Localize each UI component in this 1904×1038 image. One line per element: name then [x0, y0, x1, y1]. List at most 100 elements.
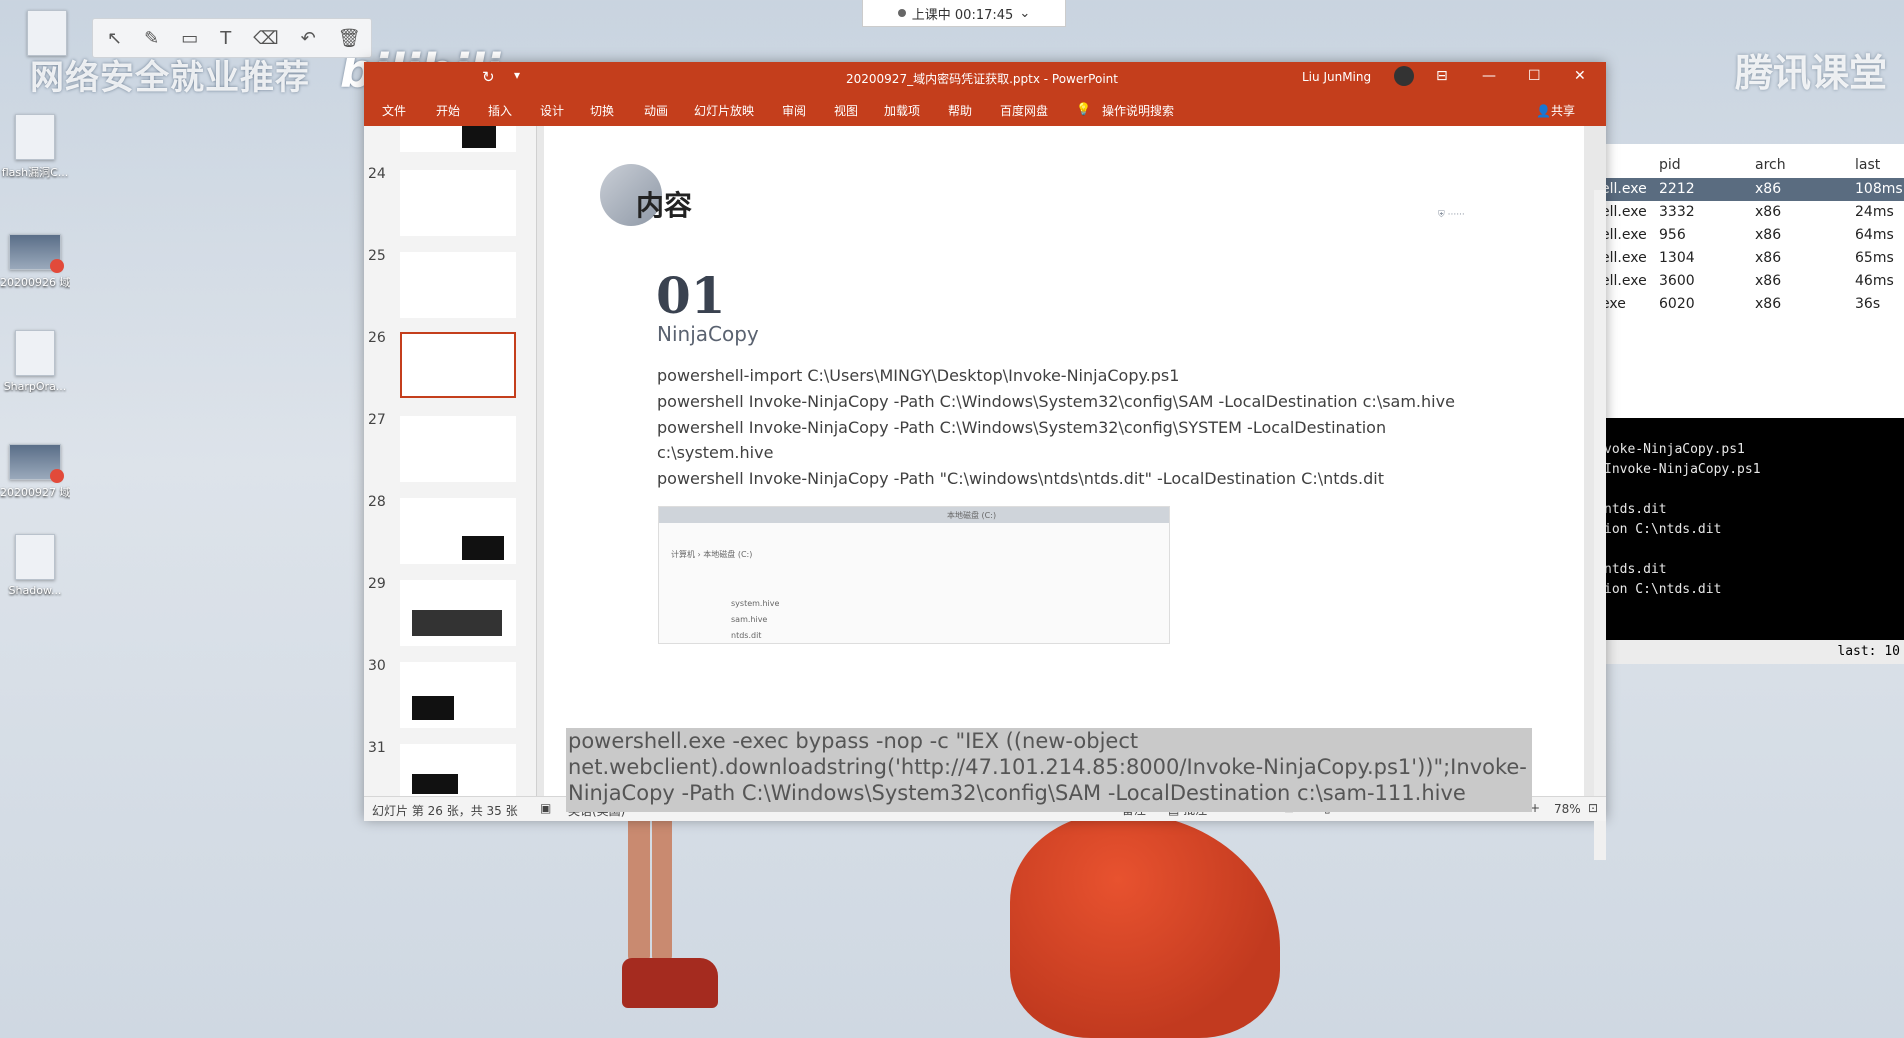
command-line[interactable]: powershell Invoke-NinjaCopy -Path C:\Win… [657, 392, 1455, 411]
slide-thumbnail[interactable] [400, 416, 516, 482]
tab-animations[interactable]: 动画 [644, 102, 668, 119]
lightbulb-icon: 💡 [1076, 102, 1091, 116]
last-cell: 64ms [1855, 227, 1894, 243]
pid-cell: 3600 [1659, 273, 1695, 289]
file-icon [27, 10, 67, 56]
last-cell: 24ms [1855, 204, 1894, 220]
desktop-icon-label: Shadow... [8, 584, 62, 597]
live-status-bar[interactable]: 上课中 00:17:45 ⌄ [862, 0, 1066, 27]
zoom-level[interactable]: 78% [1554, 802, 1581, 816]
maximize-icon[interactable]: ☐ [1528, 68, 1541, 84]
pid-cell: 3332 [1659, 204, 1695, 220]
person-icon: 👤 [1536, 104, 1551, 118]
cursor-icon[interactable]: ↖ [107, 28, 122, 49]
table-row[interactable]: ell.exe 3600 x86 46ms [1599, 270, 1904, 293]
slide-thumbnail[interactable] [400, 170, 516, 236]
ribbon-display-icon[interactable]: ⊟ [1436, 68, 1448, 84]
pid-cell: 1304 [1659, 250, 1695, 266]
command-line[interactable]: powershell Invoke-NinjaCopy -Path C:\Win… [657, 418, 1386, 437]
tab-file[interactable]: 文件 [382, 102, 406, 119]
eraser-icon[interactable]: ⌫ [253, 28, 278, 49]
table-row[interactable]: ell.exe 3332 x86 24ms [1599, 201, 1904, 224]
console-status-bar: last: 10 [1598, 640, 1904, 664]
desktop-icon-flash[interactable]: flash漏洞C... [0, 114, 70, 180]
user-name[interactable]: Liu JunMing [1302, 70, 1371, 84]
editor-area: 24 25 26 27 28 29 30 31 内容 ⛨ ······ 01 N… [364, 126, 1606, 860]
desktop-icon-sharp[interactable]: SharpOra... [0, 330, 70, 393]
spellcheck-icon[interactable]: ▣ [540, 801, 551, 815]
console-line: ion C:\ntds.dit [1604, 522, 1722, 537]
desktop-icon-file[interactable] [12, 10, 82, 60]
share-button[interactable]: 👤共享 [1536, 102, 1575, 119]
command-line[interactable]: powershell Invoke-NinjaCopy -Path "C:\wi… [657, 469, 1384, 488]
delete-icon[interactable]: 🗑 [338, 28, 361, 49]
slide-number: 28 [368, 494, 386, 510]
slide-thumbnails[interactable]: 24 25 26 27 28 29 30 31 [364, 126, 537, 796]
beacon-console[interactable]: voke-NinjaCopy.ps1 Invoke-NinjaCopy.ps1 … [1598, 418, 1904, 640]
fit-to-window-icon[interactable]: ⊡ [1588, 801, 1598, 815]
text-icon[interactable]: T [220, 28, 231, 49]
slide-heading[interactable]: 内容 [636, 184, 692, 224]
slide-number: 30 [368, 658, 386, 674]
powerpoint-window: ↻ ▾ 20200927_域内密码凭证获取.pptx - PowerPoint … [364, 62, 1606, 860]
tab-help[interactable]: 帮助 [948, 102, 972, 119]
slide-thumbnail[interactable] [400, 744, 516, 796]
column-header[interactable]: pid [1659, 157, 1681, 173]
table-row[interactable]: ell.exe 2212 x86 108ms [1599, 178, 1904, 201]
column-header[interactable]: last [1855, 157, 1880, 173]
vertical-scrollbar[interactable] [1594, 190, 1606, 860]
section-number[interactable]: 01 [656, 266, 726, 325]
console-line: ion C:\ntds.dit [1604, 582, 1722, 597]
last-cell: 108ms [1855, 181, 1903, 197]
avatar[interactable] [1394, 66, 1414, 86]
process-name: ell.exe [1601, 227, 1647, 243]
tab-review[interactable]: 审阅 [782, 102, 806, 119]
tell-me-search[interactable]: 操作说明搜索 [1102, 102, 1174, 119]
slide-thumbnail-selected[interactable] [400, 332, 516, 398]
console-line: ntds.dit [1604, 502, 1667, 517]
slide-thumbnail[interactable] [400, 252, 516, 318]
title-bar: ↻ ▾ 20200927_域内密码凭证获取.pptx - PowerPoint … [364, 62, 1606, 92]
tab-insert[interactable]: 插入 [488, 102, 512, 119]
desktop-icon-video-0927[interactable]: 20200927 域内密码... [0, 444, 70, 500]
slide-counter: 幻灯片 第 26 张，共 35 张 [372, 804, 518, 818]
tab-addins[interactable]: 加载项 [884, 102, 920, 119]
slide-thumbnail[interactable] [400, 498, 516, 564]
company-logo: ⛨ ······ [1438, 210, 1465, 220]
table-row[interactable]: ell.exe 1304 x86 65ms [1599, 247, 1904, 270]
undo-icon[interactable]: ↶ [301, 28, 316, 49]
quick-access-icon[interactable]: ▾ [514, 68, 520, 82]
autosave-icon[interactable]: ↻ [482, 68, 495, 86]
ribbon-tabs: 文件 开始 插入 设计 切换 动画 幻灯片放映 审阅 视图 加载项 帮助 百度网… [364, 92, 1606, 126]
slide-thumbnail[interactable] [400, 580, 516, 646]
slide-thumbnail[interactable] [400, 126, 516, 152]
rectangle-icon[interactable]: ▭ [181, 28, 198, 49]
arch-cell: x86 [1755, 204, 1782, 220]
wallpaper-leg [652, 812, 672, 962]
command-line[interactable]: c:\system.hive [657, 443, 773, 462]
tab-transitions[interactable]: 切换 [590, 102, 614, 119]
tab-view[interactable]: 视图 [834, 102, 858, 119]
close-icon[interactable]: ✕ [1574, 68, 1586, 84]
console-line: ntds.dit [1604, 562, 1667, 577]
arch-cell: x86 [1755, 181, 1782, 197]
tab-baidu[interactable]: 百度网盘 [1000, 102, 1048, 119]
command-line[interactable]: powershell-import C:\Users\MINGY\Desktop… [657, 366, 1179, 385]
desktop-icon-shadow[interactable]: Shadow... [0, 534, 70, 597]
minimize-icon[interactable]: — [1482, 68, 1496, 84]
tab-design[interactable]: 设计 [540, 102, 564, 119]
section-subtitle[interactable]: NinjaCopy [657, 322, 759, 346]
slide-canvas[interactable]: 内容 ⛨ ······ 01 NinjaCopy powershell-impo… [544, 126, 1584, 796]
process-name: ell.exe [1601, 204, 1647, 220]
table-row[interactable]: exe 6020 x86 36s [1599, 293, 1904, 316]
tab-slideshow[interactable]: 幻灯片放映 [694, 102, 754, 119]
table-row[interactable]: ell.exe 956 x86 64ms [1599, 224, 1904, 247]
console-line: voke-NinjaCopy.ps1 [1604, 442, 1745, 457]
last-cell: 36s [1855, 296, 1881, 312]
highlighted-command-text[interactable]: powershell.exe -exec bypass -nop -c "IEX… [566, 728, 1532, 812]
desktop-icon-video-0926[interactable]: 20200926 域密码凭... [0, 234, 70, 290]
column-header[interactable]: arch [1755, 157, 1786, 173]
pen-icon[interactable]: ✎ [144, 28, 159, 49]
slide-thumbnail[interactable] [400, 662, 516, 728]
tab-home[interactable]: 开始 [436, 102, 460, 119]
